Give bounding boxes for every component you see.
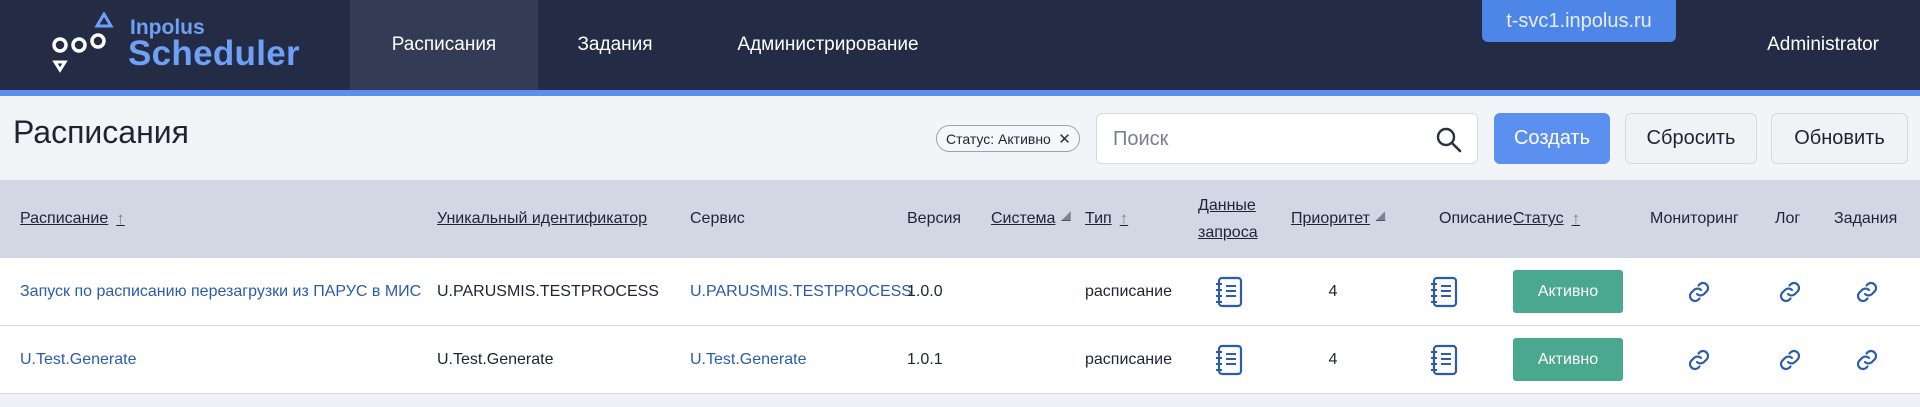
search-icon[interactable] [1435, 126, 1463, 154]
create-button[interactable]: Создать [1494, 113, 1610, 164]
user-menu[interactable]: Administrator [1767, 0, 1879, 90]
notebook-icon[interactable] [1212, 258, 1246, 325]
notebook-icon[interactable] [1427, 258, 1461, 325]
sort-indicator-icon: ◢ [1375, 208, 1386, 222]
logo-big-text: Scheduler [128, 34, 300, 73]
header-schedule[interactable]: Расписание ↑ [20, 180, 125, 258]
cell-schedule[interactable]: U.Test.Generate [20, 326, 137, 393]
close-icon[interactable]: ✕ [1058, 130, 1071, 148]
cell-schedule[interactable]: Запуск по расписанию перезагрузки из ПАР… [20, 258, 421, 325]
header-request-data[interactable]: Данные запроса [1198, 180, 1258, 258]
notebook-icon[interactable] [1427, 326, 1461, 393]
link-icon[interactable] [1684, 326, 1714, 393]
page-title: Расписания [13, 114, 189, 150]
notebook-icon[interactable] [1212, 326, 1246, 393]
link-icon[interactable] [1852, 326, 1882, 393]
header-schedule-label: Расписание [20, 210, 109, 227]
header-status-label: Статус [1513, 210, 1564, 227]
filter-chip-label: Статус: Активно [946, 130, 1051, 147]
nav-item-jobs[interactable]: Задания [538, 0, 692, 90]
toolbar: Расписания Статус: Активно ✕ Создать Сбр… [0, 96, 1920, 180]
table-row: Запуск по расписанию перезагрузки из ПАР… [0, 258, 1920, 326]
link-icon[interactable] [1852, 258, 1882, 325]
page-background [0, 395, 1920, 407]
header-service: Сервис [690, 210, 745, 227]
header-version: Версия [907, 210, 962, 227]
server-badge: t-svc1.inpolus.ru [1482, 0, 1676, 42]
cell-service[interactable]: U.Test.Generate [690, 326, 807, 393]
cell-version: 1.0.1 [907, 350, 943, 368]
nav-item-administration[interactable]: Администрирование [692, 0, 964, 90]
cell-status: Активно [1513, 258, 1623, 325]
status-badge[interactable]: Активно [1513, 270, 1623, 313]
arrow-up-icon: ↑ [116, 209, 125, 228]
header-system-label: Система [991, 210, 1056, 227]
header-uid[interactable]: Уникальный идентификатор [437, 180, 647, 258]
arrow-up-icon: ↑ [1571, 209, 1581, 228]
cell-uid: U.Test.Generate [437, 350, 554, 368]
search-box [1096, 113, 1478, 164]
header-monitoring: Мониторинг [1650, 210, 1739, 227]
cell-type: расписание [1085, 282, 1172, 300]
header-system[interactable]: Система ◢ [991, 180, 1071, 258]
logo-mark-icon [52, 12, 114, 73]
cell-uid: U.PARUSMIS.TESTPROCESS [437, 282, 659, 300]
header-request-line2: запроса [1198, 224, 1258, 241]
sort-indicator-icon: ◢ [1061, 208, 1071, 222]
refresh-button[interactable]: Обновить [1771, 113, 1908, 164]
table-header: Расписание ↑ Уникальный идентификатор Се… [0, 180, 1920, 258]
filter-chip-status[interactable]: Статус: Активно ✕ [936, 125, 1080, 152]
link-icon[interactable] [1775, 326, 1805, 393]
header-type[interactable]: Тип ↑ [1085, 180, 1128, 258]
header-jobs: Задания [1834, 210, 1898, 227]
link-icon[interactable] [1684, 258, 1714, 325]
arrow-up-icon: ↑ [1119, 209, 1129, 228]
cell-status: Активно [1513, 326, 1623, 393]
cell-priority: 4 [1328, 282, 1338, 300]
header-description: Описание [1439, 210, 1513, 227]
app-logo[interactable]: Inpolus Scheduler [52, 12, 312, 78]
header-log: Лог [1775, 210, 1801, 227]
header-request-line1: Данные [1198, 197, 1256, 214]
header-priority[interactable]: Приоритет ◢ [1291, 180, 1385, 258]
cell-service[interactable]: U.PARUSMIS.TESTPROCESS [690, 258, 912, 325]
header-priority-label: Приоритет [1291, 210, 1370, 227]
reset-button[interactable]: Сбросить [1625, 113, 1757, 164]
top-navbar: Inpolus Scheduler Расписания Задания Адм… [0, 0, 1920, 90]
link-icon[interactable] [1775, 258, 1805, 325]
cell-type: расписание [1085, 350, 1172, 368]
status-badge[interactable]: Активно [1513, 338, 1623, 381]
nav-item-schedules[interactable]: Расписания [350, 0, 538, 90]
header-type-label: Тип [1085, 210, 1112, 227]
cell-priority: 4 [1328, 350, 1338, 368]
search-input[interactable] [1113, 126, 1413, 152]
header-status[interactable]: Статус ↑ [1513, 180, 1580, 258]
table-row: U.Test.Generate U.Test.Generate U.Test.G… [0, 326, 1920, 394]
cell-version: 1.0.0 [907, 282, 943, 300]
